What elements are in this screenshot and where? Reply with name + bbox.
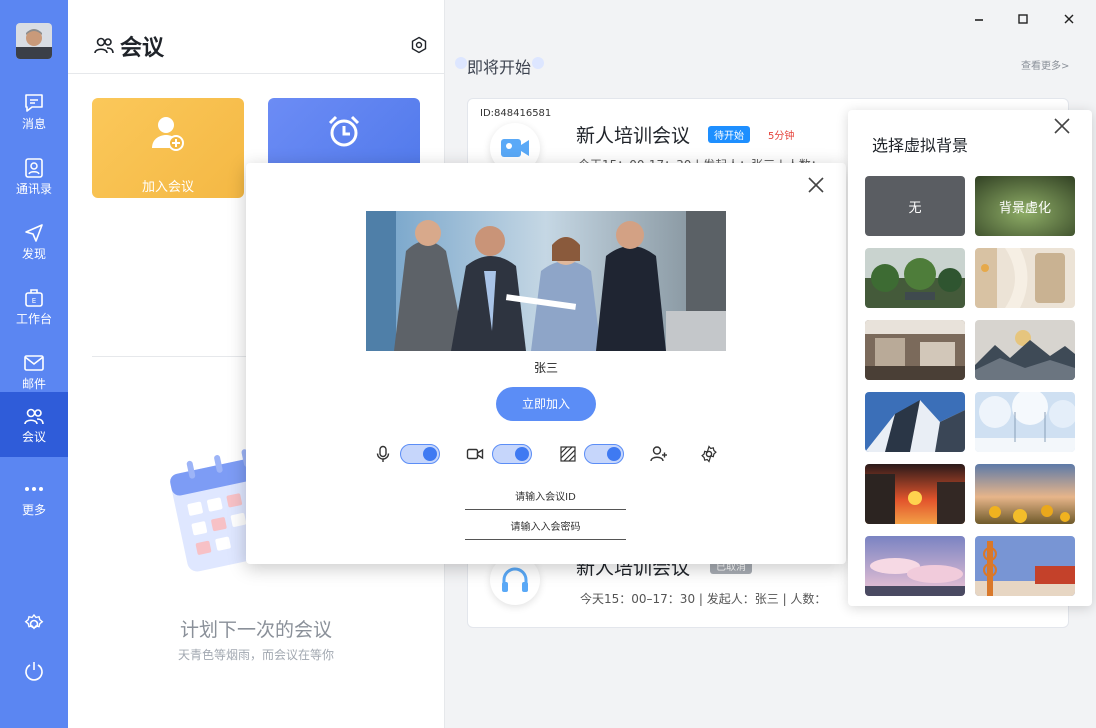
bg-option-garden[interactable] — [865, 248, 965, 308]
contacts-icon — [25, 157, 43, 178]
bg-option-office[interactable] — [865, 320, 965, 380]
more-icon — [25, 486, 43, 491]
join-now-button[interactable]: 立即加入 — [496, 387, 596, 421]
join-meeting-card[interactable]: 加入会议 — [92, 98, 244, 198]
join-meeting-label: 加入会议 — [141, 180, 194, 195]
rail-label: 消息 — [21, 116, 46, 131]
meeting-panel-header: 会议 — [68, 0, 444, 74]
meeting-password-input[interactable] — [465, 516, 626, 540]
bg-option-sunflowers[interactable] — [975, 464, 1075, 524]
city-sunset-thumbnail — [865, 464, 965, 524]
background-toggle[interactable] — [584, 444, 624, 464]
meeting-icon — [94, 37, 114, 54]
bg-option-label: 无 — [908, 200, 922, 216]
rail-item-workbench[interactable]: E 工作台 — [0, 274, 68, 338]
briefcase-icon: E — [25, 288, 43, 307]
meeting-info: 今天15：00–17：30 | 发起人：张三 | 人数： — [580, 592, 827, 606]
chat-icon — [25, 93, 43, 112]
headset-icon — [502, 567, 528, 592]
minimize-icon[interactable] — [971, 11, 987, 27]
rail-label: 邮件 — [21, 376, 46, 391]
meeting-id-input[interactable] — [465, 486, 626, 510]
bg-option-blur[interactable]: 背景虚化 — [975, 176, 1075, 236]
close-icon[interactable] — [806, 175, 826, 195]
empty-state-subtitle: 天青色等烟雨，而会议在等你 — [177, 648, 334, 662]
user-name: 张三 — [533, 361, 558, 375]
bg-option-snow-forest[interactable] — [975, 392, 1075, 452]
meeting-title[interactable]: 新人培训会议 — [576, 121, 690, 148]
meeting-icon — [24, 408, 44, 425]
bg-option-pink-clouds[interactable] — [865, 536, 965, 596]
virtual-background-panel: 选择虚拟背景 无 背景虚化 — [848, 110, 1092, 606]
mail-icon — [24, 354, 44, 371]
bg-option-tower[interactable] — [975, 536, 1075, 596]
bg-option-moon-mountains[interactable] — [975, 320, 1075, 380]
decor-bubble — [532, 57, 544, 69]
see-more-link[interactable]: 查看更多> — [1021, 57, 1069, 72]
bg-option-interior[interactable] — [975, 248, 1075, 308]
rail-item-more[interactable]: 更多 — [0, 465, 68, 529]
camera-icon — [466, 448, 484, 460]
status-badge: 待开始 — [708, 126, 750, 143]
bg-option-city-sunset[interactable] — [865, 464, 965, 524]
empty-state-title: 计划下一次的会议 — [179, 619, 332, 641]
join-meeting-dialog: 张三 立即加入 — [246, 163, 846, 564]
video-camera-icon — [501, 139, 529, 157]
snow-forest-thumbnail — [975, 392, 1075, 452]
close-icon[interactable] — [1052, 116, 1072, 136]
camera-preview — [366, 211, 726, 351]
remaining-time: 5分钟 — [768, 131, 795, 142]
rail-label: 会议 — [21, 430, 46, 444]
garden-thumbnail — [865, 248, 965, 308]
close-icon[interactable] — [1061, 11, 1077, 27]
power-icon[interactable] — [23, 660, 45, 682]
bg-option-none[interactable]: 无 — [865, 176, 965, 236]
settings-icon[interactable] — [23, 613, 45, 635]
svg-text:E: E — [32, 297, 36, 305]
microphone-icon — [376, 445, 390, 462]
snow-mountain-thumbnail — [865, 392, 965, 452]
left-rail: 消息 通讯录 发现 E 工作台 邮件 会议 更多 — [0, 0, 68, 728]
rail-label: 更多 — [21, 502, 46, 517]
rail-item-messages[interactable]: 消息 — [0, 79, 68, 143]
bg-option-snow-mountain[interactable] — [865, 392, 965, 452]
maximize-icon[interactable] — [1015, 11, 1031, 27]
invite-user-icon[interactable] — [650, 445, 668, 463]
rail-item-meeting[interactable]: 会议 — [0, 392, 68, 457]
rail-label: 通讯录 — [15, 181, 52, 196]
pink-clouds-thumbnail — [865, 536, 965, 596]
settings-icon[interactable] — [700, 445, 718, 463]
page-title: 会议 — [120, 36, 165, 61]
moon-mountains-thumbnail — [975, 320, 1075, 380]
panel-title: 选择虚拟背景 — [872, 136, 969, 155]
rail-item-contacts[interactable]: 通讯录 — [0, 144, 68, 208]
microphone-toggle[interactable] — [400, 444, 440, 464]
interior-thumbnail — [975, 248, 1075, 308]
sunflowers-thumbnail — [975, 464, 1075, 524]
camera-toggle[interactable] — [492, 444, 532, 464]
meeting-id: ID:848416581 — [480, 108, 552, 119]
tower-thumbnail — [975, 536, 1075, 596]
section-title: 即将开始 — [467, 58, 532, 77]
settings-icon[interactable] — [410, 36, 428, 54]
rail-label: 工作台 — [15, 311, 52, 326]
office-thumbnail — [865, 320, 965, 380]
rail-label: 发现 — [21, 246, 46, 261]
bg-option-label: 背景虚化 — [998, 200, 1051, 216]
alarm-clock-icon — [328, 115, 360, 147]
rail-item-discover[interactable]: 发现 — [0, 209, 68, 273]
background-icon — [560, 446, 576, 462]
avatar[interactable] — [16, 23, 52, 59]
send-icon — [25, 223, 43, 242]
add-user-icon — [152, 117, 184, 151]
decor-bubble — [455, 57, 467, 69]
